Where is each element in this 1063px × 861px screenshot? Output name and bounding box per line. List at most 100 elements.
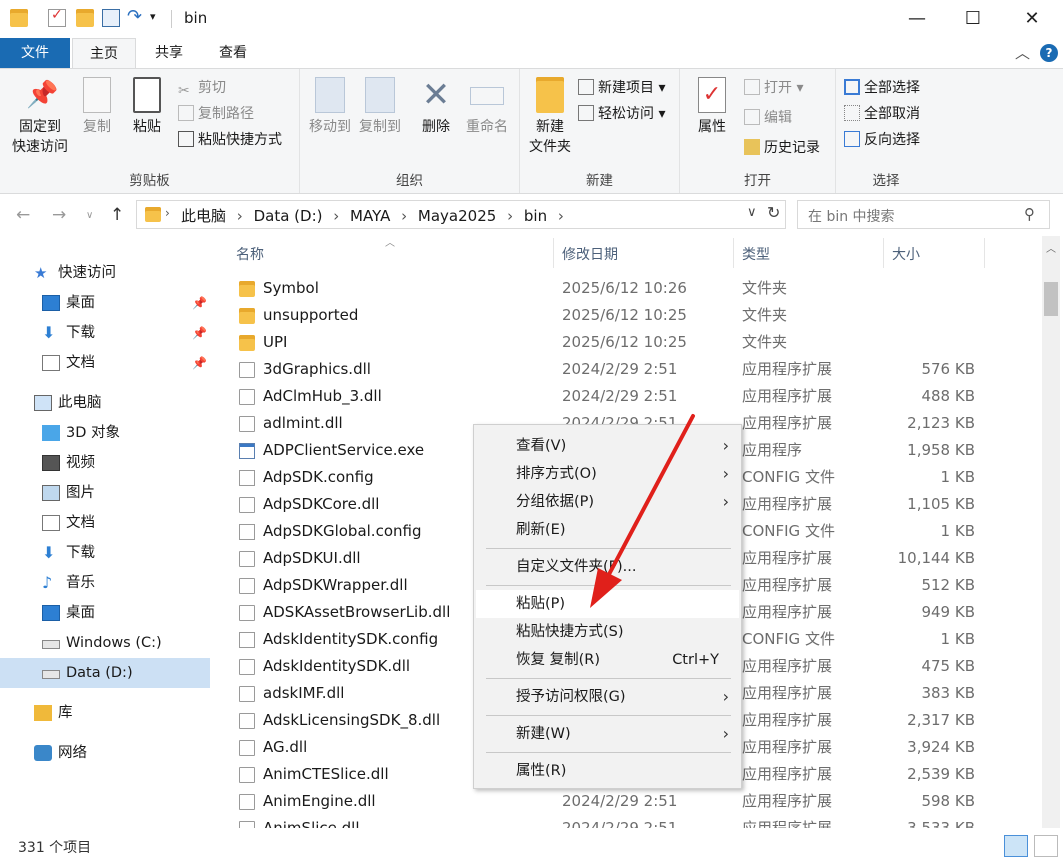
column-divider[interactable] [733,238,734,268]
nav-item[interactable]: 视频 [0,448,210,478]
rename-button[interactable]: 重命名 [462,69,512,137]
column-divider[interactable] [984,238,985,268]
breadcrumb-item[interactable]: Data (D:) [254,207,323,225]
breadcrumb-item[interactable]: Maya2025 [418,207,496,225]
red-arrow-annotation [590,414,695,608]
column-divider[interactable] [883,238,884,268]
nav-item[interactable]: Windows (C:) [0,628,210,658]
nav-item[interactable]: 文档 📌 [0,348,210,378]
nav-item[interactable]: ♪ 音乐 [0,568,210,598]
nav-item[interactable]: 此电脑 [0,388,210,418]
column-header-size[interactable]: 大小 [892,244,920,264]
properties-button[interactable]: ✓ 属性 [690,69,734,137]
cut-button[interactable]: ✂ 剪切 [178,77,226,99]
maximize-button[interactable]: ☐ [944,0,1002,38]
easy-access-button[interactable]: 轻松访问 ▾ [578,103,665,125]
collapse-ribbon-icon[interactable]: ︿ [1015,42,1030,63]
nav-item[interactable]: 3D 对象 [0,418,210,448]
file-row[interactable]: AnimEngine.dll 2024/2/29 2:51 应用程序扩展 598 KB [235,788,1035,815]
search-icon: ⚲ [1024,205,1035,223]
menu-item-undo-copy[interactable]: 恢复 复制(R) Ctrl+Y [476,646,739,674]
copy-to-label: 复制到 [359,119,401,135]
nav-item[interactable]: ⬇ 下载 [0,538,210,568]
edit-button[interactable]: 编辑 [744,107,792,129]
paste-button[interactable]: 粘贴 [124,69,170,137]
nav-item-label: 库 [58,705,73,721]
menu-item-paste-shortcut[interactable]: 粘贴快捷方式(S) [476,618,739,646]
tab-view[interactable]: 查看 [206,38,260,68]
file-row[interactable]: AnimSlice.dll 2024/2/29 2:51 应用程序扩展 3,533 K… [235,815,1035,828]
invert-selection-button[interactable]: 反向选择 [844,129,920,151]
file-date: 2024/2/29 2:51 [562,360,678,378]
vertical-scrollbar[interactable]: ︿ [1042,236,1060,828]
pin-icon[interactable]: 📌 [192,348,207,378]
file-row[interactable]: unsupported 2025/6/12 10:25 文件夹 [235,302,1035,329]
close-button[interactable]: ✕ [1003,0,1061,38]
nav-item[interactable]: 桌面 [0,598,210,628]
select-all-button[interactable]: 全部选择 [844,77,920,99]
details-view-icon[interactable] [1004,835,1028,857]
file-row[interactable]: UPI 2025/6/12 10:25 文件夹 [235,329,1035,356]
column-header-name[interactable]: 名称 [236,244,264,264]
breadcrumb-item[interactable]: MAYA [350,207,390,225]
scroll-up-icon[interactable]: ︿ [1046,240,1056,255]
column-divider[interactable] [553,238,554,268]
column-header-date[interactable]: 修改日期 [562,244,618,264]
delete-button[interactable]: ✕ 删除 [416,69,456,137]
open-button[interactable]: 打开 ▾ [744,77,803,99]
minimize-button[interactable]: — [888,0,946,38]
recent-locations-button[interactable]: ∨ [86,210,93,221]
search-input[interactable]: 在 bin 中搜索 [808,206,895,226]
select-none-button[interactable]: 全部取消 [844,103,920,125]
back-button[interactable]: ← [16,205,30,225]
forward-button[interactable]: → [52,205,66,225]
pin-quick-access-button[interactable]: 📌 固定到 快速访问 [6,69,74,157]
help-icon[interactable]: ? [1040,44,1058,62]
dll-file-icon [239,686,255,702]
breadcrumb-item[interactable]: bin [524,207,547,225]
column-header-type[interactable]: 类型 [742,244,770,264]
properties-quick-icon[interactable]: ✓ [48,7,66,27]
scrollbar-thumb[interactable] [1044,282,1058,316]
nav-item[interactable]: 桌面 📌 [0,288,210,318]
pin-icon[interactable]: 📌 [192,318,207,348]
copy-to-button[interactable]: 复制到 [356,69,404,137]
nav-item[interactable]: 图片 [0,478,210,508]
history-button[interactable]: 历史记录 [744,137,820,159]
new-folder-quick-icon[interactable] [76,9,94,27]
tab-file[interactable]: 文件 [0,38,70,68]
nav-item[interactable]: Data (D:) [0,658,210,688]
nav-item[interactable]: 网络 [0,738,210,768]
pin-icon[interactable]: 📌 [192,288,207,318]
nav-item[interactable]: 库 [0,698,210,728]
search-box[interactable]: 在 bin 中搜索 ⚲ [797,200,1050,229]
undo-quick-icon[interactable]: ↷ [127,6,145,27]
folder-icon [239,335,255,351]
copy-button[interactable]: 复制 [76,69,118,137]
tab-share[interactable]: 共享 [142,38,196,68]
refresh-icon[interactable]: ↻ [767,203,780,222]
move-to-button[interactable]: 移动到 [306,69,354,137]
new-item-button[interactable]: 新建项目 ▾ [578,77,665,99]
pane-quick-icon[interactable] [102,9,120,27]
nav-item[interactable]: ★ 快速访问 [0,258,210,288]
menu-item-new[interactable]: 新建(W) › [476,720,739,748]
nav-item[interactable]: 文档 [0,508,210,538]
menu-item-grant-access[interactable]: 授予访问权限(G) › [476,683,739,711]
address-dropdown-icon[interactable]: ∨ [747,205,757,220]
address-bar[interactable]: › 此电脑 › Data (D:) › MAYA › Maya2025 › bi… [136,200,786,229]
nav-item[interactable]: ⬇ 下载 📌 [0,318,210,348]
breadcrumb-item[interactable]: 此电脑 [181,207,226,225]
menu-item-properties[interactable]: 属性(R) [476,757,739,785]
new-folder-button[interactable]: 新建 文件夹 [526,69,574,157]
up-button[interactable]: ↑ [110,205,124,225]
new-folder-icon [536,77,564,113]
file-row[interactable]: Symbol 2025/6/12 10:26 文件夹 [235,275,1035,302]
paste-shortcut-button[interactable]: 粘贴快捷方式 [178,129,282,151]
customize-quick-access-icon[interactable]: ▾ [150,10,168,28]
select-group-label: 选择 [872,173,900,189]
file-row[interactable]: 3dGraphics.dll 2024/2/29 2:51 应用程序扩展 576 KB [235,356,1035,383]
large-icons-view-icon[interactable] [1034,835,1058,857]
tab-home[interactable]: 主页 [72,38,136,68]
copy-path-button[interactable]: 复制路径 [178,103,254,125]
